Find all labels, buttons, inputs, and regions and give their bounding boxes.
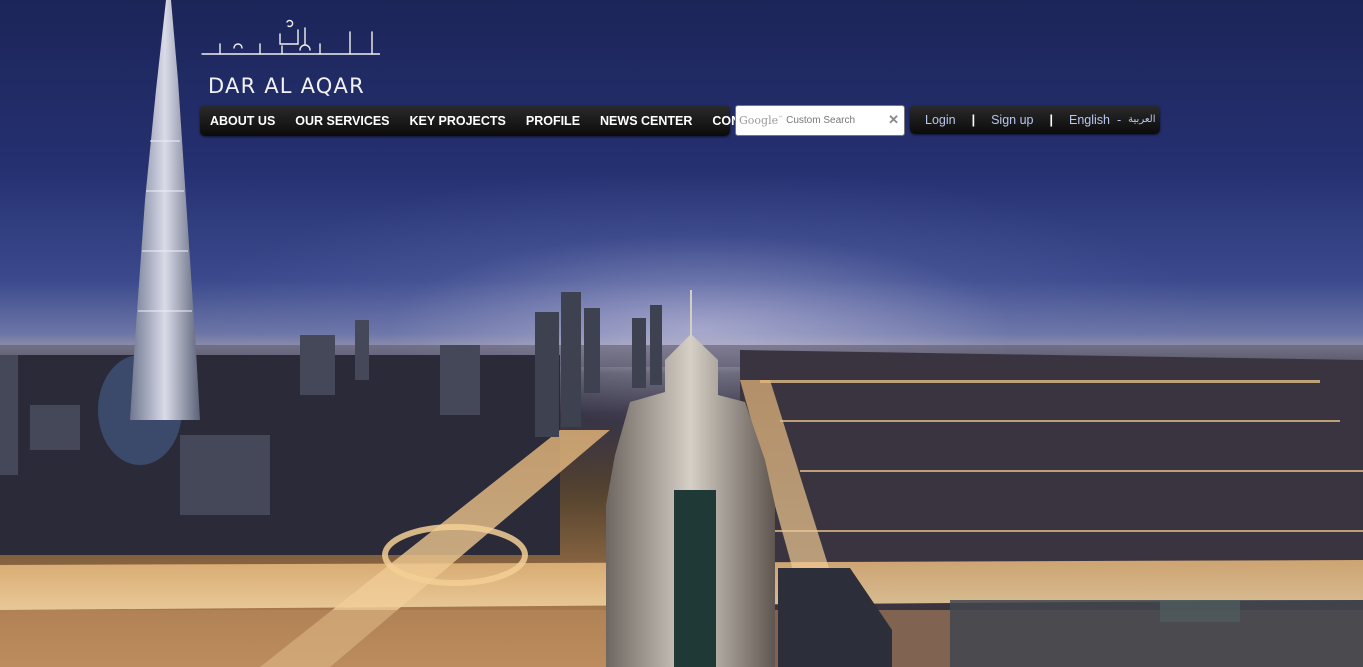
language-english-link[interactable]: English (1069, 113, 1110, 127)
site-logo[interactable]: DAR AL AQAR (200, 14, 380, 98)
main-navigation: ABOUT US OUR SERVICES KEY PROJECTS PROFI… (200, 105, 773, 136)
google-brand-tm: ™ (778, 115, 784, 122)
city-skyline-illustration (0, 0, 1363, 667)
nav-item-profile[interactable]: PROFILE (526, 114, 580, 128)
nav-item-our-services[interactable]: OUR SERVICES (295, 114, 389, 128)
site-search-box: Google™ ✕ (735, 105, 905, 136)
google-brand-text: Google (739, 114, 779, 127)
signup-link[interactable]: Sign up (991, 113, 1033, 127)
nav-item-key-projects[interactable]: KEY PROJECTS (410, 114, 506, 128)
logo-english-text: DAR AL AQAR (208, 74, 365, 98)
hero-background (0, 0, 1363, 667)
user-language-bar: Login | Sign up | English - العربية (910, 105, 1160, 134)
nav-item-news-center[interactable]: NEWS CENTER (600, 114, 692, 128)
clear-search-icon[interactable]: ✕ (888, 112, 899, 128)
arabic-wordmark-logo (201, 19, 380, 55)
google-brand-watermark: Google™ (739, 114, 783, 127)
separator: | (1049, 112, 1054, 127)
language-arabic-link[interactable]: العربية (1128, 114, 1155, 125)
search-input[interactable] (786, 110, 887, 131)
separator: | (971, 112, 976, 127)
language-separator: - (1117, 112, 1122, 127)
login-link[interactable]: Login (925, 113, 956, 127)
nav-item-about-us[interactable]: ABOUT US (210, 114, 275, 128)
